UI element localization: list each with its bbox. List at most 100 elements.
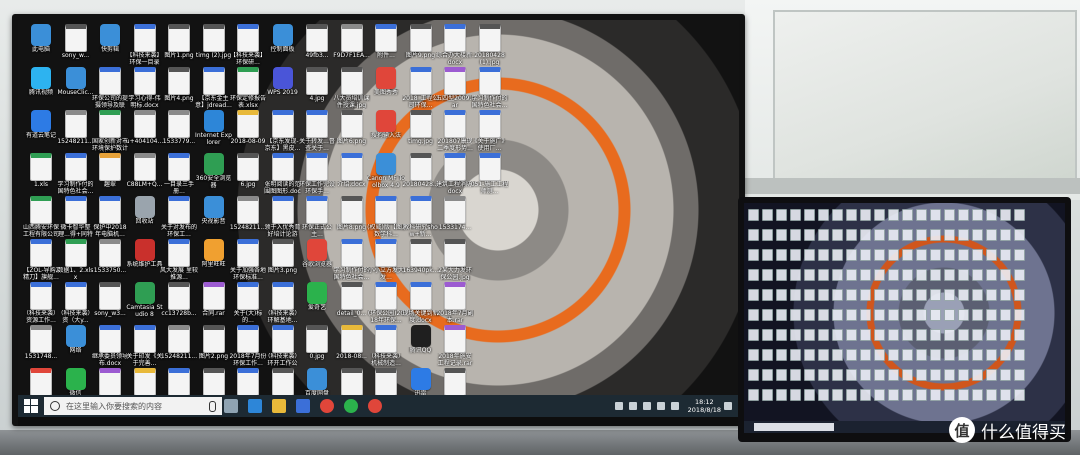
desktop-icon[interactable]: 有道云笔记	[22, 110, 60, 156]
desktop-icon[interactable]: 《关于施广》使用厂...	[471, 110, 509, 156]
desktop-icon[interactable]: 20180428...	[402, 153, 440, 199]
task-view-icon[interactable]	[224, 399, 238, 413]
desktop-icon[interactable]: 小小立方发大发...	[367, 239, 405, 285]
desktop-icon[interactable]: 领于入优秀育好培计论游网...	[264, 196, 302, 242]
desktop-icon[interactable]: 关于加强各地环保标准...	[229, 239, 267, 285]
desktop-icon[interactable]: 15248211...	[160, 325, 198, 371]
notification-arrow-icon[interactable]	[614, 402, 623, 410]
desktop-icon[interactable]: Canon MF Toolbox 4.9	[367, 153, 405, 199]
desktop-icon[interactable]: 关于(大)标的...	[229, 282, 267, 328]
desktop-icon[interactable]: （科技来袭）资源工作...	[22, 282, 60, 328]
desktop-icon[interactable]: 现场关键到新度.docx	[402, 282, 440, 328]
desktop-icon[interactable]: 继承委员领导布.docx	[91, 325, 129, 371]
browser-icon[interactable]	[248, 399, 262, 413]
desktop-icon[interactable]: 央视影音	[195, 196, 233, 242]
desktop-icon[interactable]: 2某大力发环保公园.jpg	[436, 239, 474, 285]
desktop-icon[interactable]: 2018_工程公司环保...	[402, 67, 440, 113]
desktop-icon[interactable]: 【京东发现-京东】黑皮...	[264, 110, 302, 156]
desktop-icon[interactable]: 关于对发布的环保工...	[160, 196, 198, 242]
desktop-icon[interactable]: 腾讯视频	[22, 67, 60, 113]
desktop-icon[interactable]: 关于转发...督查关于...	[298, 110, 336, 156]
desktop-icon[interactable]: 1533750...	[91, 239, 129, 285]
desktop-icon[interactable]: 爱奇艺	[298, 282, 336, 328]
desktop-icon[interactable]: 控制面板	[264, 24, 302, 70]
file-explorer-icon[interactable]	[272, 399, 286, 413]
desktop-icon[interactable]: 学习制作付的国特色社会...	[57, 153, 95, 199]
desktop-icon[interactable]: 学习制作付的国特色社会...	[471, 67, 509, 113]
desktop-icon[interactable]: 【ZOL-导购】精刀】旗舰...	[22, 239, 60, 285]
desktop-icon[interactable]: 2018-08-09	[229, 110, 267, 156]
desktop-icon[interactable]: 数据1、2.xlsx	[57, 239, 95, 285]
desktop-icon[interactable]: 附件...	[367, 24, 405, 70]
store-icon[interactable]	[296, 399, 310, 413]
desktop-icon[interactable]: 建筑工程消防.docx	[436, 153, 474, 199]
desktop-icon[interactable]: 谷歌浏览器	[298, 239, 336, 285]
desktop-icon[interactable]: timg.jpg	[402, 110, 440, 156]
desktop-icon[interactable]: 环保公司的提摄领导及联系...	[91, 67, 129, 113]
desktop-icon[interactable]: 此电脑	[22, 24, 60, 70]
desktop-icon[interactable]: 2018年施安工程记录.rar	[436, 325, 474, 371]
desktop-icon[interactable]: 15248211...	[57, 110, 95, 156]
desktop-icon[interactable]: 图片2.png	[195, 325, 233, 371]
desktop-icon[interactable]: 教科研究show+新...	[402, 196, 440, 242]
desktop-icon[interactable]: （科技来袭）环开工作公园...	[264, 325, 302, 371]
taskbar-search-box[interactable]: 在这里输入你要搜索的内容	[44, 397, 222, 415]
desktop-icon[interactable]: 搜狗输入法	[367, 110, 405, 156]
desktop-icon[interactable]: 图片4.png	[160, 67, 198, 113]
network-icon[interactable]	[642, 402, 651, 410]
desktop-icon[interactable]: sony_w3...	[91, 282, 129, 328]
desktop-icon[interactable]: detail_0...	[333, 282, 371, 328]
desktop-icon[interactable]: 回收站	[126, 196, 164, 242]
desktop-icon[interactable]: 1.xls	[22, 153, 60, 199]
desktop-icon[interactable]: 6.jpg	[229, 153, 267, 199]
desktop-icon[interactable]: 图片9.png	[402, 24, 440, 70]
desktop-icon[interactable]: 国家创新对市环境保护数计传.xls	[91, 110, 129, 156]
input-method-icon[interactable]	[670, 402, 679, 410]
desktop-icon[interactable]: 环保工作完设环保手...	[298, 153, 336, 199]
windows-start-icon[interactable]	[24, 399, 38, 413]
cloud-icon[interactable]	[628, 402, 637, 410]
microphone-icon[interactable]	[209, 401, 216, 412]
desktop-icon[interactable]: 合同.rar	[195, 282, 233, 328]
desktop-icon[interactable]: 一目录三手册...	[160, 153, 198, 199]
desktop-icon[interactable]: （科技来袭）机械制造...	[367, 325, 405, 371]
desktop-icon[interactable]: 2018年7月副本.rar	[436, 282, 474, 328]
desktop-icon[interactable]: Camtasia Studio 8	[126, 282, 164, 328]
desktop-icon[interactable]: u+404104...	[126, 110, 164, 156]
action-center-icon[interactable]	[724, 402, 732, 410]
desktop-icon[interactable]: 2018-08...	[333, 325, 371, 371]
desktop-icon[interactable]: 图片8.png	[333, 196, 371, 242]
desktop-icon[interactable]: 图片1.png	[160, 24, 198, 70]
desktop-icon[interactable]: （科技来袭）资（大y...	[57, 282, 95, 328]
desktop-icon[interactable]: 2018年7月份环保工作...	[229, 325, 267, 371]
desktop-icon[interactable]: C88LM+Q...	[126, 153, 164, 199]
chrome-icon[interactable]	[368, 399, 382, 413]
desktop-icon[interactable]: F9D7F1EA...	[333, 24, 371, 70]
desktop-icon[interactable]: 阿里旺旺	[195, 239, 233, 285]
desktop-icon[interactable]: 微卡智华整理...得+同特体...	[57, 196, 95, 242]
desktop-icon[interactable]: 图片6.png	[333, 110, 371, 156]
desktop-icon[interactable]: 介绍.docx	[333, 153, 371, 199]
desktop-icon[interactable]: 张明阅读的范围图图形.docx	[264, 153, 302, 199]
desktop-icon[interactable]: 关于印发《关于完善...	[126, 325, 164, 371]
desktop-icon[interactable]: 学习心得-伟明标.docx	[126, 67, 164, 113]
desktop-icon[interactable]: 八大员培训课件授课.jpg	[333, 67, 371, 113]
desktop-icon[interactable]: Internet Explorer	[195, 110, 233, 156]
desktop-icon[interactable]: 快剪辑	[91, 24, 129, 70]
desktop-icon[interactable]: 【京东金主意】jdread...	[195, 67, 233, 113]
desktop-icon[interactable]: 趣翠	[91, 153, 129, 199]
desktop-icon[interactable]: 美图秀秀	[367, 67, 405, 113]
desktop-icon[interactable]: 49fb3...	[298, 24, 336, 70]
wechat-icon[interactable]	[344, 399, 358, 413]
desktop-icon[interactable]: 风大发展 里较推源...	[160, 239, 198, 285]
record-icon[interactable]	[320, 399, 334, 413]
desktop-icon[interactable]: 1533779...	[160, 110, 198, 156]
desktop-icon[interactable]: cc13728b...	[160, 282, 198, 328]
desktop-icon[interactable]: (权威)版【图】数学科...	[367, 196, 405, 242]
desktop-icon[interactable]: (环保公园)2018年环保...	[367, 282, 405, 328]
desktop-icon[interactable]: 163940pk...	[402, 239, 440, 285]
desktop-icon[interactable]: sony_w...	[57, 24, 95, 70]
desktop-icon[interactable]: WPS 2019	[264, 67, 302, 113]
desktop-icon[interactable]: 360安全浏览器	[195, 153, 233, 199]
desktop-icon[interactable]: （科技来袭）环解基地...	[264, 282, 302, 328]
